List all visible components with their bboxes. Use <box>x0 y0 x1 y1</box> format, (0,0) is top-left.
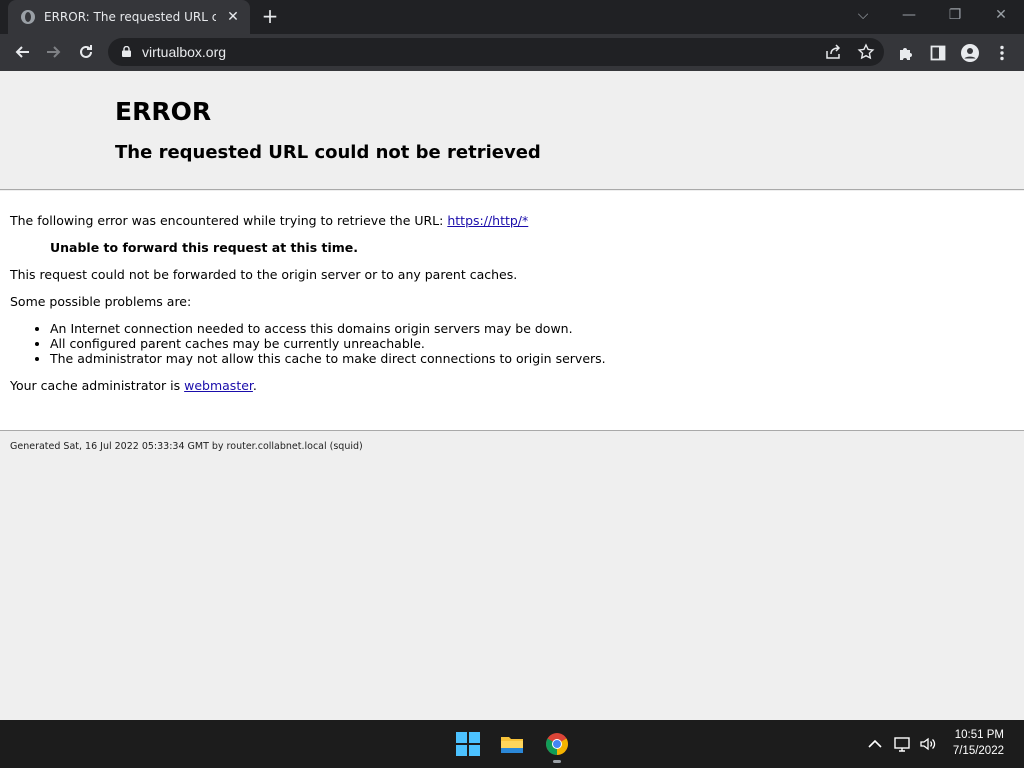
network-icon <box>894 737 910 752</box>
tab-title: ERROR: The requested URL could not be re… <box>44 10 216 24</box>
volume-icon <box>920 737 936 751</box>
error-body: The following error was encountered whil… <box>0 191 1024 431</box>
running-indicator <box>553 760 561 763</box>
profile-button[interactable] <box>960 43 980 63</box>
windows-start-icon[interactable] <box>456 732 480 756</box>
chrome-icon[interactable] <box>545 732 569 756</box>
webmaster-link[interactable]: webmaster <box>184 378 253 393</box>
intro-paragraph: The following error was encountered whil… <box>10 213 528 228</box>
tray-overflow-button[interactable] <box>868 734 882 754</box>
browser-toolbar: virtualbox.org <box>0 34 1024 71</box>
forward-arrow-icon <box>47 46 61 58</box>
tab-search-button[interactable]: ⌵ <box>840 0 886 30</box>
url-text[interactable]: virtualbox.org <box>142 38 226 66</box>
side-panel-icon <box>930 45 946 61</box>
back-arrow-icon <box>15 46 29 58</box>
generated-footer: Generated Sat, 16 Jul 2022 05:33:34 GMT … <box>10 441 363 452</box>
address-bar[interactable]: virtualbox.org <box>108 38 884 66</box>
tab-close-button[interactable]: ✕ <box>224 9 242 25</box>
restore-button[interactable]: ❐ <box>932 0 978 30</box>
taskbar: 10:51 PM 7/15/2022 <box>0 720 1024 768</box>
forward-button[interactable] <box>40 38 68 66</box>
profile-avatar-icon <box>961 44 979 62</box>
error-header: ERROR The requested URL could not be ret… <box>0 71 1024 190</box>
bookmark-star-icon[interactable] <box>857 43 875 61</box>
admin-suffix: . <box>252 378 257 393</box>
problems-list: An Internet connection needed to access … <box>50 321 606 366</box>
requested-url-link[interactable]: https://http/* <box>447 213 528 228</box>
list-item: All configured parent caches may be curr… <box>50 336 606 351</box>
browser-tab[interactable]: ERROR: The requested URL could not be re… <box>8 0 250 34</box>
clock[interactable]: 10:51 PM 7/15/2022 <box>953 727 1004 759</box>
error-subheading: The requested URL could not be retrieved <box>115 142 541 163</box>
new-tab-button[interactable]: + <box>258 5 282 29</box>
browser-titlebar: ERROR: The requested URL could not be re… <box>0 0 1024 34</box>
puzzle-icon <box>900 48 912 60</box>
reload-icon <box>80 45 92 58</box>
lock-icon <box>122 46 131 57</box>
file-explorer-icon[interactable] <box>500 732 524 756</box>
list-item: An Internet connection needed to access … <box>50 321 606 336</box>
problems-intro: Some possible problems are: <box>10 294 192 309</box>
forward-text: This request could not be forwarded to t… <box>10 267 518 282</box>
admin-paragraph: Your cache administrator is webmaster. <box>10 378 257 393</box>
side-panel-button[interactable] <box>928 43 948 63</box>
extensions-button[interactable] <box>896 43 916 63</box>
clock-time: 10:51 PM <box>954 729 1004 741</box>
error-title: Unable to forward this request at this t… <box>50 240 359 255</box>
page-content: ERROR The requested URL could not be ret… <box>0 71 1024 720</box>
back-button[interactable] <box>8 38 36 66</box>
volume-button[interactable] <box>919 734 937 754</box>
intro-text: The following error was encountered whil… <box>10 213 448 228</box>
minimize-button[interactable]: — <box>886 0 932 30</box>
globe-icon <box>21 10 35 24</box>
close-window-button[interactable]: ✕ <box>978 0 1024 30</box>
share-icon[interactable] <box>824 43 842 61</box>
error-heading: ERROR <box>115 97 212 126</box>
kebab-menu-icon <box>1000 45 1004 61</box>
menu-button[interactable] <box>992 43 1012 63</box>
chevron-up-icon <box>868 739 882 748</box>
reload-button[interactable] <box>72 38 100 66</box>
network-button[interactable] <box>894 734 912 754</box>
list-item: The administrator may not allow this cac… <box>50 351 606 366</box>
admin-prefix: Your cache administrator is <box>10 378 185 393</box>
clock-date: 7/15/2022 <box>952 745 1004 757</box>
